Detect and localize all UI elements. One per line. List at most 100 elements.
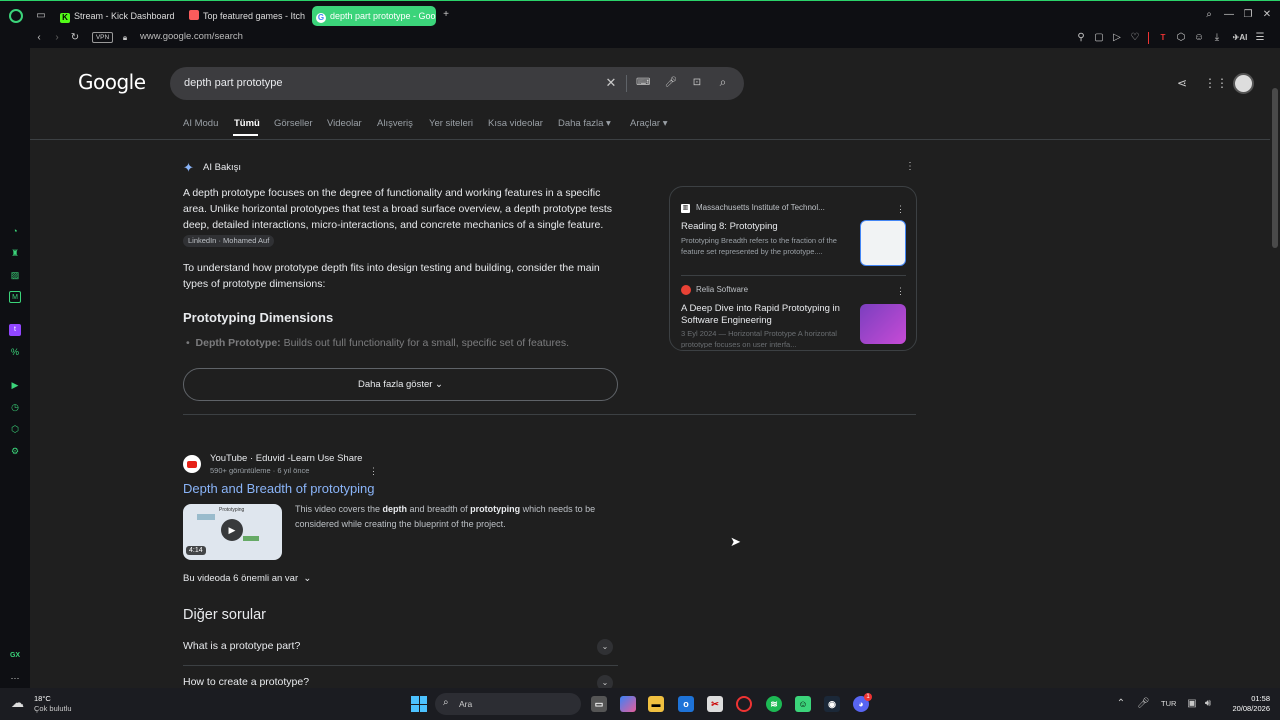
paa-question[interactable]: How to create a prototype? bbox=[183, 676, 309, 688]
spotify-icon[interactable]: ≋ bbox=[766, 696, 782, 712]
avatar[interactable] bbox=[1233, 73, 1254, 94]
clock-date[interactable]: 20/08/2026 bbox=[1222, 704, 1270, 713]
outlook-icon[interactable]: o bbox=[678, 696, 694, 712]
search-icon[interactable]: ⌕ bbox=[716, 76, 730, 88]
tab-short-videos[interactable]: Kısa videolar bbox=[488, 118, 543, 129]
windows-start-icon[interactable] bbox=[411, 696, 427, 712]
heart-icon[interactable]: ♡ bbox=[1129, 32, 1141, 44]
aria-ai-button[interactable]: ✈AI bbox=[1230, 32, 1250, 44]
sidebar-gx-corner-icon[interactable]: ♜ bbox=[9, 247, 21, 259]
restore-icon[interactable]: ❐ bbox=[1242, 9, 1254, 21]
app-green-icon[interactable]: ☺ bbox=[795, 696, 811, 712]
source-title[interactable]: A Deep Dive into Rapid Prototyping in So… bbox=[681, 303, 851, 327]
url-field[interactable]: www.google.com/search bbox=[140, 31, 243, 42]
workspaces-icon[interactable]: ▭ bbox=[35, 10, 47, 22]
show-more-button[interactable]: Daha fazla göster ⌄ bbox=[183, 368, 618, 401]
opera-gx-taskbar-icon[interactable] bbox=[736, 696, 752, 712]
paa-question[interactable]: What is a prototype part? bbox=[183, 640, 300, 652]
new-tab-plus-icon[interactable]: + bbox=[440, 9, 452, 21]
vpn-badge[interactable]: VPN bbox=[92, 32, 113, 43]
tab-videos[interactable]: Videolar bbox=[327, 118, 362, 129]
tab-shopping[interactable]: Alışveriş bbox=[377, 118, 413, 129]
microphone-icon[interactable]: 🎤︎ bbox=[664, 77, 678, 89]
sidebar-cleaner-icon[interactable]: ▨ bbox=[9, 269, 21, 281]
tab-tools[interactable]: Araçlar ▾ bbox=[630, 118, 668, 129]
clock-time[interactable]: 01:58 bbox=[1226, 694, 1270, 703]
snapshot-icon[interactable]: ▢ bbox=[1093, 32, 1105, 44]
easy-setup-icon[interactable]: ☰ bbox=[1254, 32, 1266, 44]
source-thumbnail[interactable] bbox=[860, 220, 906, 266]
sidebar-percent-icon[interactable]: % bbox=[9, 346, 21, 358]
scrollbar-thumb[interactable] bbox=[1272, 88, 1278, 248]
close-window-icon[interactable]: ✕ bbox=[1261, 9, 1273, 21]
chevron-down-icon[interactable]: ⌄ bbox=[597, 639, 613, 655]
tab-all[interactable]: Tümü bbox=[234, 118, 260, 129]
weather-cloud-icon[interactable]: ☁ bbox=[11, 695, 24, 711]
sidebar-m-icon[interactable]: M bbox=[9, 291, 21, 303]
sidebar-player-icon[interactable]: ▶ bbox=[9, 379, 21, 391]
source-menu-icon[interactable]: ⋮ bbox=[896, 203, 905, 215]
sidebar-settings-icon[interactable]: ⚙ bbox=[9, 445, 21, 457]
source-chip-linkedin[interactable]: LinkedIn · Mohamed Auf bbox=[183, 235, 275, 247]
source-title[interactable]: Reading 8: Prototyping bbox=[681, 221, 778, 232]
google-logo[interactable]: Google bbox=[78, 70, 146, 94]
extensions-icon[interactable]: ⬡ bbox=[1175, 32, 1187, 44]
tray-overflow-icon[interactable]: ⌃ bbox=[1116, 698, 1126, 710]
input-language[interactable]: TUR bbox=[1161, 699, 1176, 708]
weather-condition[interactable]: Çok bulutlu bbox=[34, 704, 72, 713]
search-tabs-icon[interactable]: ⌕ bbox=[1203, 9, 1215, 21]
thumb-diagram-box bbox=[197, 514, 215, 520]
chevron-down-icon[interactable]: ⌄ bbox=[597, 675, 613, 688]
sidebar-extensions-icon[interactable]: ⬡ bbox=[9, 423, 21, 435]
video-key-moments-toggle[interactable]: Bu videoda 6 önemli an var ⌄ bbox=[183, 573, 311, 584]
download-icon[interactable]: ⤓ bbox=[1211, 32, 1223, 44]
volume-icon[interactable]: 🔊︎ bbox=[1203, 698, 1213, 710]
search-input[interactable]: depth part prototype bbox=[184, 77, 282, 89]
source-menu-icon[interactable]: ⋮ bbox=[896, 285, 905, 297]
tray-mic-icon[interactable]: 🎤︎ bbox=[1137, 698, 1150, 710]
play-icon[interactable]: ▶ bbox=[221, 519, 243, 541]
keyboard-icon[interactable]: ⌨ bbox=[636, 77, 650, 89]
sidebar-gx-control-icon[interactable]: ◔ bbox=[9, 225, 21, 237]
weather-temp[interactable]: 18°C bbox=[34, 694, 51, 703]
video-title-link[interactable]: Depth and Breadth of prototyping bbox=[183, 481, 375, 496]
video-menu-icon[interactable]: ⋮ bbox=[369, 465, 378, 477]
snipping-tool-icon[interactable]: ✂ bbox=[707, 696, 723, 712]
tab-itch[interactable]: Top featured games - Itch bbox=[185, 6, 305, 26]
share-icon[interactable]: ⋖ bbox=[1175, 77, 1189, 89]
source-thumbnail[interactable] bbox=[860, 304, 906, 344]
lens-camera-icon[interactable]: ⊡ bbox=[690, 77, 704, 89]
search-box[interactable]: depth part prototype ✕ ⌨ 🎤︎ ⊡ ⌕ bbox=[170, 67, 744, 100]
pin-icon[interactable]: ⚲ bbox=[1075, 32, 1087, 44]
ai-overview-menu-icon[interactable]: ⋮ bbox=[904, 161, 916, 173]
back-icon[interactable]: ‹ bbox=[33, 32, 45, 44]
taskbar-search[interactable]: ⌕ Ara bbox=[435, 693, 581, 715]
extension-red-icon[interactable]: T bbox=[1157, 32, 1169, 44]
apps-grid-icon[interactable]: ⋮⋮ bbox=[1204, 77, 1228, 89]
page-scrollbar[interactable] bbox=[1270, 48, 1280, 688]
task-view-icon[interactable]: ▭ bbox=[591, 696, 607, 712]
tab-ai-mode[interactable]: AI Modu bbox=[183, 118, 218, 129]
minimize-icon[interactable]: — bbox=[1223, 9, 1235, 21]
steam-icon[interactable]: ◉ bbox=[824, 696, 840, 712]
player-icon[interactable]: ▷ bbox=[1111, 32, 1123, 44]
tab-images[interactable]: Görseller bbox=[274, 118, 313, 129]
sidebar-twitch-icon[interactable]: t bbox=[9, 324, 21, 336]
sidebar-history-icon[interactable]: ◷ bbox=[9, 401, 21, 413]
tab-places[interactable]: Yer siteleri bbox=[429, 118, 473, 129]
forward-icon[interactable]: › bbox=[51, 32, 63, 44]
tab-more[interactable]: Daha fazla ▾ bbox=[558, 118, 611, 129]
clear-search-icon[interactable]: ✕ bbox=[604, 76, 618, 89]
mit-favicon-icon: ▥ bbox=[681, 204, 690, 213]
profile-icon[interactable]: ☺ bbox=[1193, 32, 1205, 44]
network-icon[interactable]: ▣ bbox=[1187, 698, 1197, 710]
copilot-icon[interactable] bbox=[620, 696, 636, 712]
video-thumbnail[interactable]: Prototyping ▶ 4:14 bbox=[183, 504, 282, 560]
tab-kick[interactable]: K Stream - Kick Dashboard bbox=[56, 6, 180, 26]
file-explorer-icon[interactable]: ▬ bbox=[648, 696, 664, 712]
sidebar-gx-label[interactable]: GX bbox=[9, 650, 21, 662]
reload-icon[interactable]: ↻ bbox=[69, 32, 81, 44]
opera-gx-logo-icon[interactable] bbox=[9, 9, 23, 23]
sidebar-more-icon[interactable]: ⋯ bbox=[9, 672, 21, 684]
tab-google-search[interactable]: Gdepth part prototype - Goo bbox=[312, 6, 436, 26]
